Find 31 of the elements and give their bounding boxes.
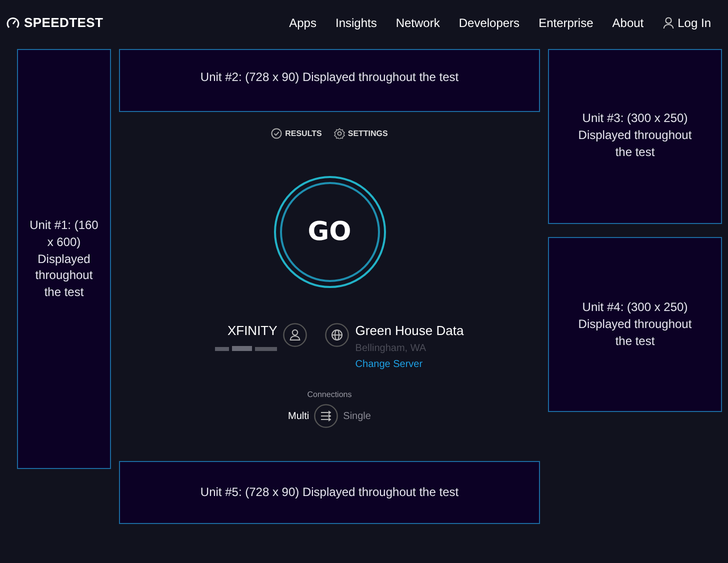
connections-label: Connections	[307, 390, 352, 399]
nav-link[interactable]: Developers	[458, 16, 520, 30]
check-circle-icon	[271, 128, 282, 139]
ad-label: Unit #4: (300 x 250) Displayed throughout the test	[577, 299, 693, 350]
toggle-arrows-icon	[314, 404, 338, 428]
globe-icon	[325, 323, 350, 347]
nav-link[interactable]: Insights	[335, 16, 377, 30]
nav-link[interactable]: Apps	[289, 16, 316, 30]
login-link[interactable]: Log In	[662, 16, 711, 30]
server-name: Green House Data	[355, 323, 464, 338]
settings-icon	[334, 128, 345, 139]
go-button[interactable]: GO	[280, 182, 380, 282]
ad-label: Unit #2: (728 x 90) Displayed throughout the test	[200, 69, 459, 86]
user-icon	[662, 16, 674, 28]
connection-option[interactable]: Single	[343, 410, 371, 422]
redacted-mark	[215, 346, 278, 352]
change-server-link[interactable]: Change Server	[355, 359, 464, 370]
results-link[interactable]: RESULTS	[271, 128, 322, 139]
ad-label: Unit #3: (300 x 250) Displayed throughout the test	[577, 110, 693, 160]
ad-label: Unit #1: (160 x 600) Displayed throughout the test	[28, 217, 100, 301]
connection-option[interactable]: Multi	[288, 410, 310, 422]
isp-name: XFINITY	[227, 323, 278, 338]
ad-label: Unit #5: (728 x 90) Displayed throughout the test	[200, 484, 459, 501]
speedtest-logo[interactable]: SPEEDTEST	[6, 15, 104, 30]
gauge-icon	[6, 16, 20, 30]
nav-link[interactable]: Enterprise	[538, 16, 594, 30]
nav-link[interactable]: Network	[396, 16, 440, 30]
settings-link[interactable]: SETTINGS	[334, 128, 388, 139]
server-location: Bellingham, WA	[355, 343, 428, 354]
nav-link[interactable]: About	[612, 16, 644, 30]
user-icon	[283, 323, 308, 347]
